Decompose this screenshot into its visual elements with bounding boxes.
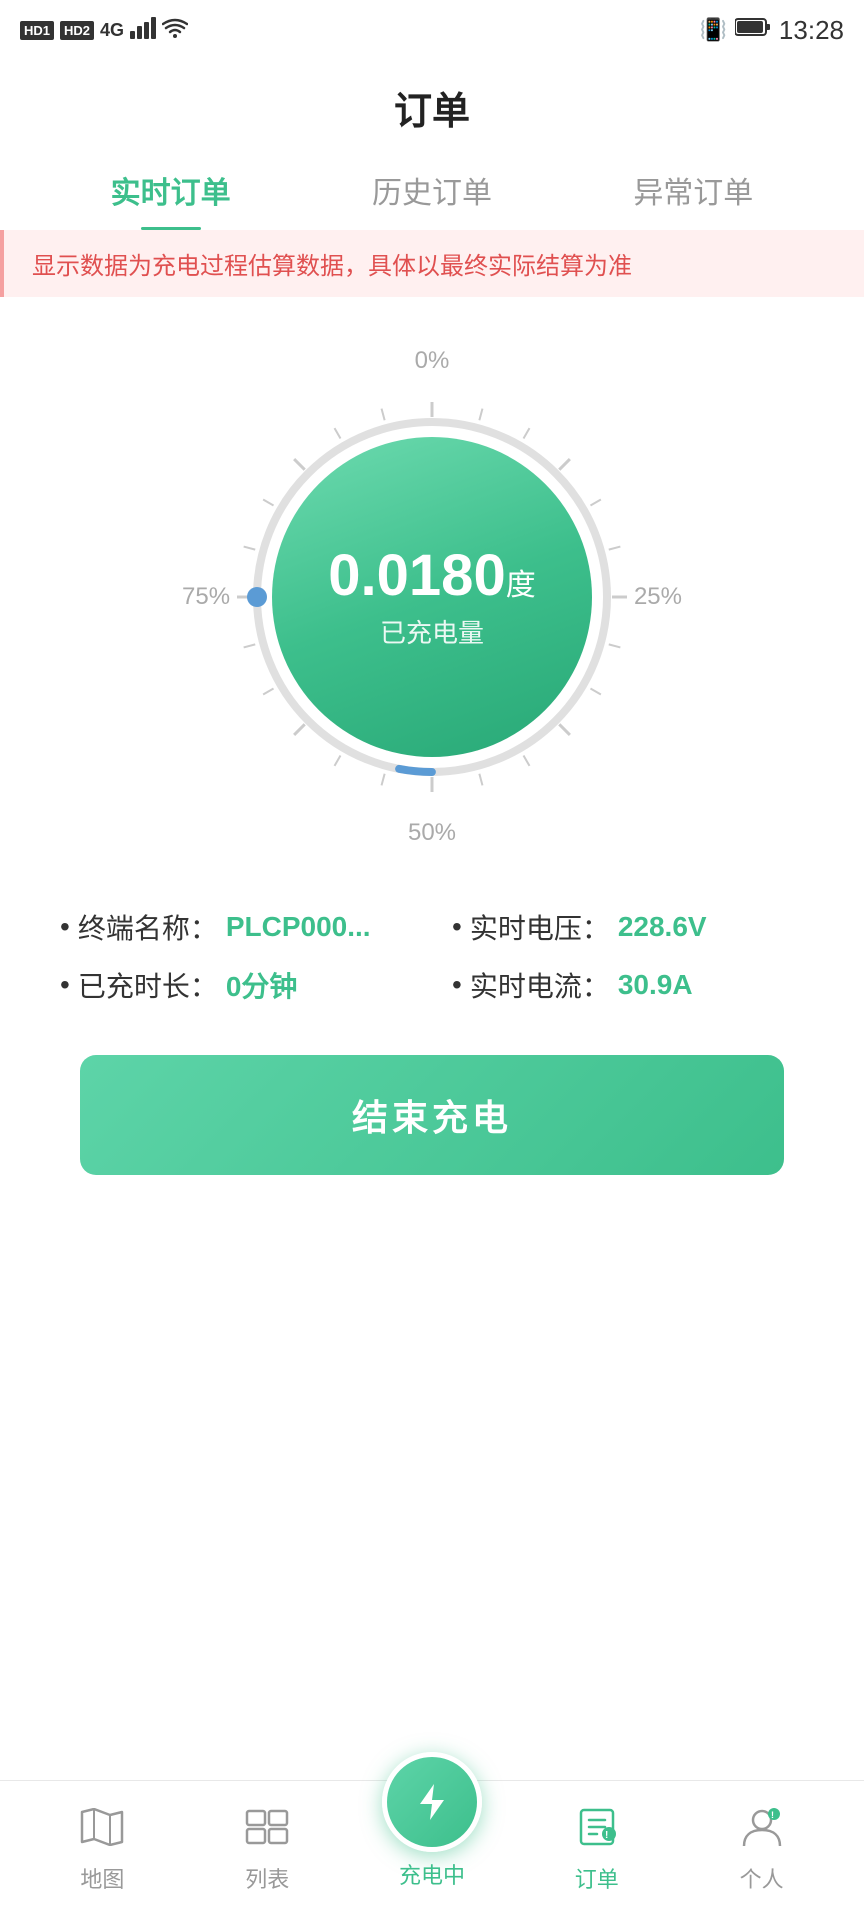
vibrate-icon: 📳 [700,17,727,43]
tab-bar: 实时订单 历史订单 异常订单 [0,150,864,230]
time-display: 13:28 [779,15,844,46]
end-charge-button[interactable]: 结束充电 [80,1055,784,1175]
value-terminal: PLCP000... [226,911,371,943]
label-voltage: 实时电压： [470,907,610,947]
nav-item-list[interactable]: 列表 [185,1808,350,1894]
label-duration: 已充时长： [78,965,218,1005]
list-icon [245,1808,289,1856]
map-icon [80,1808,124,1856]
notice-banner: 显示数据为充电过程估算数据，具体以最终实际结算为准 [0,230,864,297]
info-grid: • 终端名称： PLCP000... • 实时电压： 228.6V • 已充时长… [0,877,864,1035]
gauge-value: 0.0180度 [328,544,535,608]
info-item-voltage: • 实时电压： 228.6V [452,907,804,947]
bullet-voltage: • [452,911,462,943]
gauge-label-0pct: 0% [415,347,450,375]
nav-label-order: 订单 [575,1862,619,1894]
nav-label-charging: 充电中 [399,1858,465,1890]
gauge-wrapper: 0% 50% 75% 25% [172,337,692,857]
nav-item-map[interactable]: 地图 [20,1808,185,1894]
info-item-current: • 实时电流： 30.9A [452,965,804,1005]
info-item-terminal: • 终端名称： PLCP000... [60,907,412,947]
tab-history[interactable]: 历史订单 [301,150,562,230]
nav-item-person[interactable]: ! 个人 [679,1808,844,1894]
nav-item-order[interactable]: ! 订单 [514,1808,679,1894]
label-current: 实时电流： [470,965,610,1005]
battery-icon [735,17,771,43]
hd2-icon: HD2 [60,21,94,40]
gauge-inner-circle: 0.0180度 已充电量 [272,437,592,757]
info-item-duration: • 已充时长： 0分钟 [60,965,412,1005]
gauge-label-50pct: 50% [408,819,456,847]
page-title: 订单 [394,91,470,133]
nav-item-charging[interactable]: 充电中 [350,1752,515,1890]
bullet-current: • [452,969,462,1001]
signal-bars-icon [130,17,156,44]
status-right: 📳 13:28 [700,15,844,46]
nav-label-person: 个人 [740,1862,784,1894]
bullet-terminal: • [60,911,70,943]
status-left: HD1 HD2 4G [20,17,188,44]
person-icon: ! [740,1808,784,1856]
charge-bolt-icon [412,1782,452,1822]
nav-label-list: 列表 [245,1862,289,1894]
gauge-sublabel: 已充电量 [380,613,484,650]
tab-realtime[interactable]: 实时订单 [40,150,301,230]
value-current: 30.9A [618,969,693,1001]
value-duration: 0分钟 [226,965,298,1005]
label-terminal: 终端名称： [78,907,218,947]
bullet-duration: • [60,969,70,1001]
hd1-icon: HD1 [20,21,54,40]
signal-4g-icon: 4G [100,20,124,41]
charging-circle-button[interactable] [382,1752,482,1852]
tab-abnormal[interactable]: 异常订单 [563,150,824,230]
order-icon: ! [575,1808,619,1856]
status-bar: HD1 HD2 4G 📳 [0,0,864,60]
svg-text:!: ! [771,1810,774,1820]
gauge-section: 0% 50% 75% 25% [0,297,864,877]
value-voltage: 228.6V [618,911,707,943]
svg-text:!: ! [605,1830,608,1841]
notice-text: 显示数据为充电过程估算数据，具体以最终实际结算为准 [32,253,632,280]
nav-label-map: 地图 [80,1862,124,1894]
page-header: 订单 [0,60,864,150]
wifi-icon [162,18,188,43]
bottom-nav: 地图 列表 充电中 [0,1780,864,1920]
